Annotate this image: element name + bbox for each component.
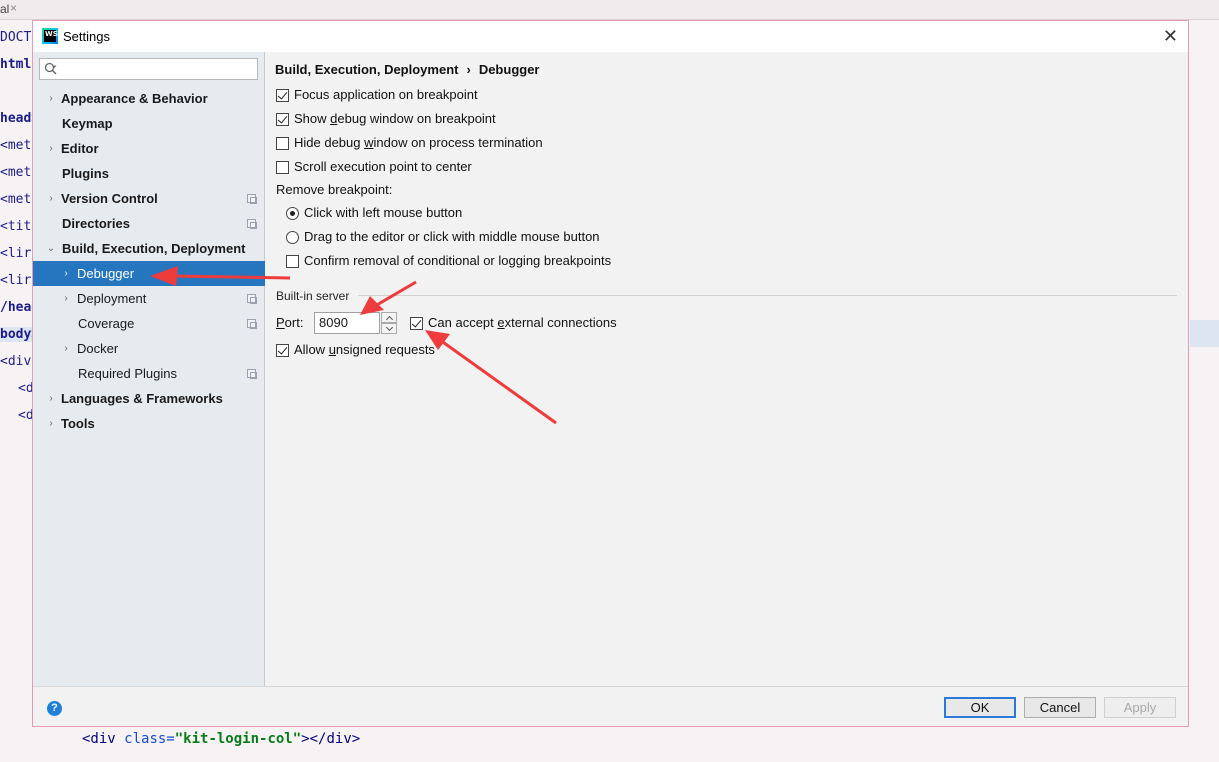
close-icon[interactable]: ✕ [1163, 26, 1178, 46]
dialog-title: Settings [63, 29, 110, 44]
tree-item-required-plugins[interactable]: Required Plugins [33, 361, 265, 386]
focus-on-breakpoint-checkbox[interactable] [276, 89, 289, 102]
tree-item-debugger[interactable]: › Debugger [33, 261, 265, 286]
editor-tab-bar: al × [0, 0, 1219, 20]
tree-item-keymap[interactable]: Keymap [33, 111, 265, 136]
tree-item-version-control[interactable]: › Version Control [33, 186, 265, 211]
search-icon [44, 62, 57, 75]
chevron-right-icon[interactable]: › [45, 136, 57, 161]
show-debug-window-checkbox[interactable] [276, 113, 289, 126]
code-line: <tit [0, 219, 32, 234]
tree-item-tools[interactable]: › Tools [33, 411, 265, 436]
webstorm-logo-icon: WS [42, 28, 58, 44]
ok-button[interactable]: OK [944, 697, 1016, 718]
scroll-execution-point-checkbox[interactable] [276, 161, 289, 174]
breadcrumb-current: Debugger [478, 62, 540, 77]
code-line: <met [0, 165, 32, 180]
debugger-settings-panel: Build, Execution, Deployment › Debugger Fo… [266, 52, 1188, 686]
settings-dialog: WS Settings ✕ › Appearance & Behavior Key… [32, 20, 1189, 727]
chevron-right-icon[interactable]: › [60, 261, 72, 286]
tree-item-languages-frameworks[interactable]: › Languages & Frameworks [33, 386, 265, 411]
code-line: <met [0, 192, 32, 207]
spinner-up-icon[interactable] [381, 312, 397, 323]
port-spinner[interactable] [381, 312, 397, 334]
hide-debug-window-checkbox[interactable] [276, 137, 289, 150]
allow-unsigned-checkbox[interactable] [276, 344, 289, 357]
settings-tree-panel: › Appearance & Behavior Keymap › Editor Pl… [33, 52, 265, 686]
chevron-right-icon[interactable]: › [60, 336, 72, 361]
project-config-icon [247, 319, 257, 329]
editor-tab-label[interactable]: al [0, 2, 9, 16]
apply-button[interactable]: Apply [1104, 697, 1176, 718]
breadcrumb: Build, Execution, Deployment › Debugger [275, 62, 539, 77]
project-config-icon [247, 369, 257, 379]
code-line: DOCT [0, 30, 32, 45]
breadcrumb-parent[interactable]: Build, Execution, Deployment [275, 62, 458, 77]
remove-drag-radio[interactable] [286, 231, 299, 244]
tree-item-build-execution-deployment[interactable]: ⌄ Build, Execution, Deployment [33, 236, 265, 261]
code-line: <met [0, 138, 32, 153]
project-config-icon [247, 294, 257, 304]
tree-item-editor[interactable]: › Editor [33, 136, 265, 161]
help-icon[interactable]: ? [47, 701, 62, 716]
builtin-server-label: Built-in server [276, 289, 350, 303]
code-line: <lir [0, 246, 32, 261]
tree-item-plugins[interactable]: Plugins [33, 161, 265, 186]
breadcrumb-separator: › [466, 62, 471, 77]
tree-item-deployment[interactable]: › Deployment [33, 286, 265, 311]
chevron-right-icon[interactable]: › [45, 86, 57, 111]
remove-breakpoint-label: Remove breakpoint: [276, 182, 393, 197]
editor-highlight [1190, 320, 1219, 347]
spinner-down-icon[interactable] [381, 323, 397, 334]
tree-item-appearance[interactable]: › Appearance & Behavior [33, 86, 265, 111]
code-line: <lir [0, 273, 32, 288]
confirm-removal-checkbox[interactable] [286, 255, 299, 268]
tree-item-directories[interactable]: Directories [33, 211, 265, 236]
tree-item-docker[interactable]: › Docker [33, 336, 265, 361]
project-config-icon [247, 194, 257, 204]
cancel-button[interactable]: Cancel [1024, 697, 1096, 718]
remove-click-left-radio[interactable] [286, 207, 299, 220]
settings-search-input[interactable] [39, 58, 258, 80]
accept-external-checkbox[interactable] [410, 317, 423, 330]
chevron-down-icon[interactable]: ⌄ [45, 236, 57, 261]
code-line: html [0, 57, 32, 72]
dialog-titlebar[interactable]: WS Settings ✕ [33, 21, 1188, 52]
dialog-footer: ? OK Cancel Apply [33, 686, 1188, 726]
port-label: Port: [276, 315, 304, 330]
project-config-icon [247, 219, 257, 229]
chevron-right-icon[interactable]: › [45, 411, 57, 436]
tree-item-coverage[interactable]: Coverage [33, 311, 265, 336]
bottom-code-line: <div class="kit-login-col"></div> [82, 731, 361, 747]
chevron-right-icon[interactable]: › [60, 286, 72, 311]
editor-tab-close-icon[interactable]: × [10, 1, 17, 15]
section-divider [358, 295, 1177, 296]
chevron-right-icon[interactable]: › [45, 186, 57, 211]
code-line: <div [0, 354, 32, 369]
port-input[interactable]: 8090 [314, 312, 380, 334]
chevron-right-icon[interactable]: › [45, 386, 57, 411]
